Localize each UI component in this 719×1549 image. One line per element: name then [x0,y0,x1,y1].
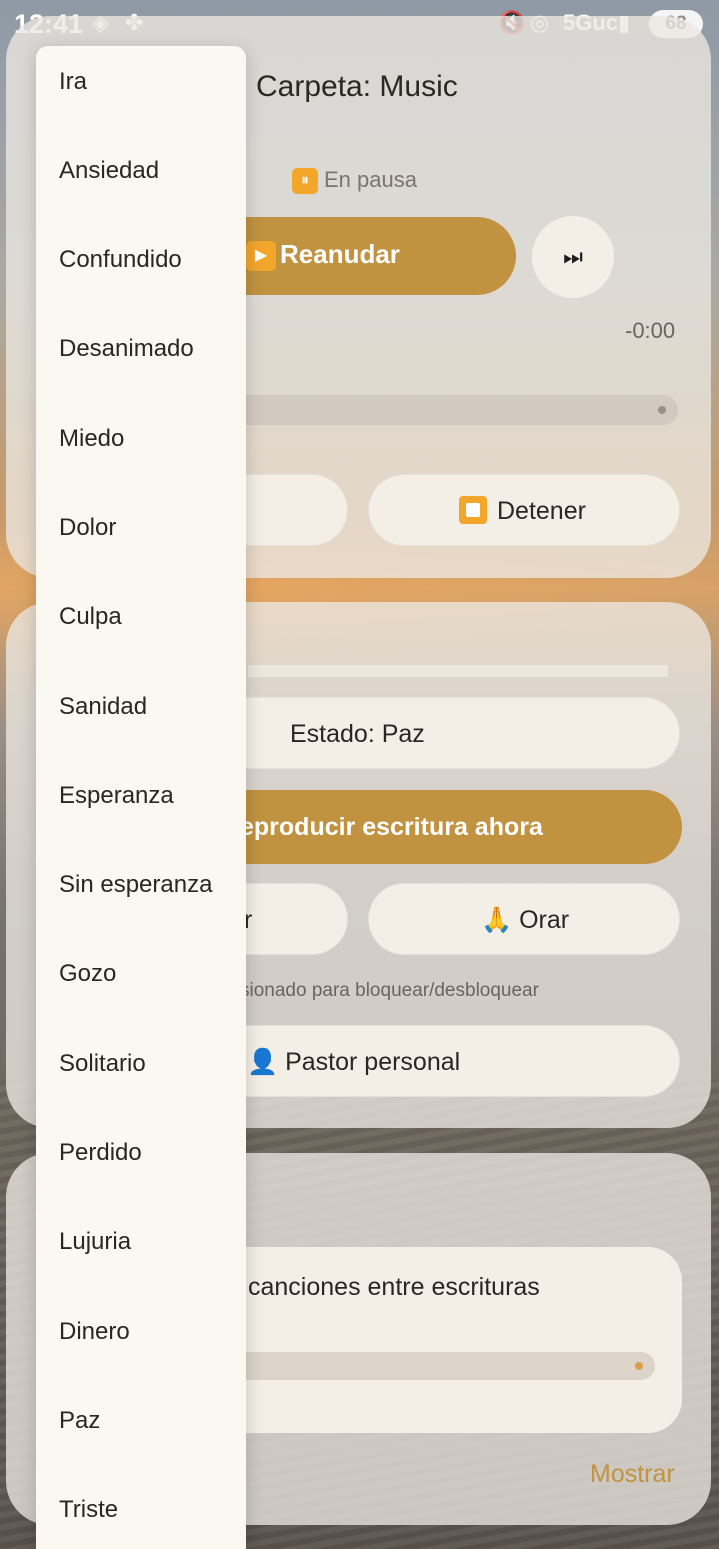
time-remaining: -0:00 [625,318,676,343]
menu-item-paz[interactable]: Paz [36,1376,246,1465]
menu-item-gozo[interactable]: Gozo [36,929,246,1018]
personal-pastor-label: Pastor personal [285,1048,461,1076]
scripture-panel-edge [248,665,668,677]
resume-button-label: Reanudar [280,239,400,269]
menu-item-sin-esperanza[interactable]: Sin esperanza [36,840,246,929]
menu-item-lujuria[interactable]: Lujuria [36,1197,246,1286]
menu-item-esperanza[interactable]: Esperanza [36,751,246,840]
playback-progress-bar[interactable] [200,395,678,425]
songs-between-label: canciones entre escrituras [248,1273,540,1301]
pray-button[interactable]: 🙏 Orar [368,883,680,955]
progress-knob[interactable] [658,406,666,414]
pause-icon: ⏸ [292,168,318,195]
next-track-button[interactable]: ⏭ [532,216,614,298]
stop-button-label: Detener [497,497,586,525]
menu-item-dolor[interactable]: Dolor [36,483,246,572]
praying-hands-icon: 🙏 [481,906,513,934]
play-scripture-label: eproducir escritura ahora [240,813,543,841]
menu-item-dinero[interactable]: Dinero [36,1287,246,1376]
show-link[interactable]: Mostrar [590,1460,675,1489]
playback-status: ⏸ En pausa [292,167,417,195]
play-icon: ▶ [246,241,276,271]
menu-item-confundido[interactable]: Confundido [36,215,246,304]
pray-button-label: Orar [519,906,570,934]
menu-item-perdido[interactable]: Perdido [36,1108,246,1197]
mood-state-label: Estado: Paz [290,720,425,748]
person-icon: 👤 [247,1048,279,1076]
menu-item-ansiedad[interactable]: Ansiedad [36,126,246,215]
playback-status-text: En pausa [324,167,417,192]
menu-item-triste[interactable]: Triste [36,1465,246,1549]
stop-icon [459,496,487,525]
play-scripture-now-button[interactable]: eproducir escritura ahora [200,790,682,864]
menu-item-solitario[interactable]: Solitario [36,1019,246,1108]
personal-pastor-button[interactable]: 👤 Pastor personal [200,1025,680,1097]
resume-button[interactable]: ▶ Reanudar [208,217,516,295]
mood-state-selector[interactable]: Estado: Paz [200,697,680,769]
menu-item-culpa[interactable]: Culpa [36,572,246,661]
menu-item-sanidad[interactable]: Sanidad [36,662,246,751]
menu-item-ira[interactable]: Ira [36,37,246,126]
folder-title: Carpeta: Music [256,70,458,103]
menu-item-desanimado[interactable]: Desanimado [36,304,246,393]
mood-dropdown-menu: Ira Ansiedad Confundido Desanimado Miedo… [36,46,246,1549]
lock-hint-text: sionado para bloquear/desbloquear [240,980,539,1001]
skip-next-icon: ⏭ [563,244,583,269]
slider-knob[interactable] [635,1362,643,1370]
menu-item-miedo[interactable]: Miedo [36,394,246,483]
stop-button[interactable]: Detener [368,474,680,546]
songs-between-slider[interactable] [220,1352,655,1380]
songs-between-panel: canciones entre escrituras [200,1247,682,1433]
